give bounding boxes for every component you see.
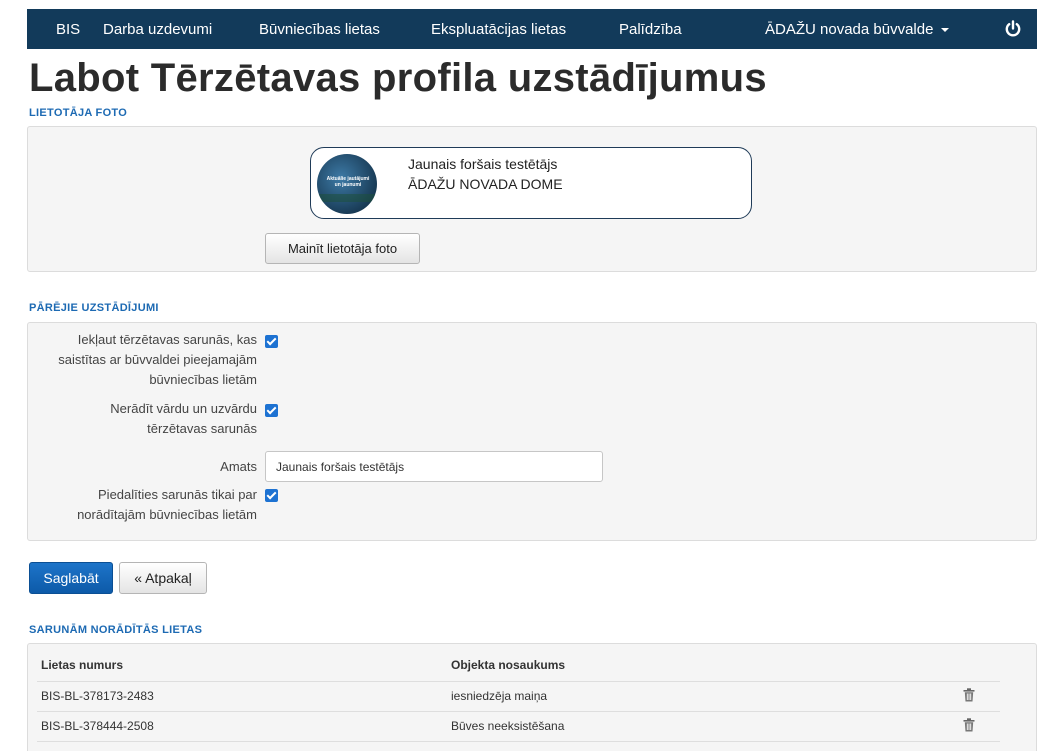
only-assigned-label-line: norādītajām būvniecības lietām — [77, 507, 257, 522]
include-chats-label: Iekļaut tērzētavas sarunās, kas saistīta… — [58, 330, 257, 390]
column-header-case-number: Lietas numurs — [41, 658, 124, 672]
cases-section-label: SARUNĀM NORĀDĪTĀS LIETAS — [29, 624, 203, 636]
include-chats-checkbox[interactable] — [265, 335, 278, 348]
include-chats-label-line: Iekļaut tērzētavas sarunās, kas — [77, 332, 257, 347]
avatar-band — [317, 194, 377, 202]
avatar: Aktuālie jautājumi un jaunumi — [317, 154, 377, 214]
hide-name-label-line: tērzētavas sarunās — [147, 421, 257, 436]
back-button[interactable]: « Atpakaļ — [119, 562, 207, 594]
nav-item-help[interactable]: Palīdzība — [619, 21, 682, 38]
only-assigned-label-line: Piedalīties sarunās tikai par — [98, 487, 257, 502]
change-photo-button[interactable]: Mainīt lietotāja foto — [265, 233, 420, 264]
profile-card: Aktuālie jautājumi un jaunumi Jaunais fo… — [310, 147, 752, 219]
profile-organization: ĀDAŽU NOVADA DOME — [408, 176, 563, 192]
include-chats-label-line: būvniecības lietām — [149, 372, 257, 387]
only-assigned-checkbox[interactable] — [265, 489, 278, 502]
position-label: Amats — [220, 459, 257, 474]
position-input[interactable] — [265, 451, 603, 482]
table-divider — [37, 711, 1000, 712]
settings-section-label: PĀRĒJIE UZSTĀDĪJUMI — [29, 302, 159, 314]
include-chats-label-line: saistītas ar būvvaldei pieejamajām — [58, 352, 257, 367]
hide-name-label: Nerādīt vārdu un uzvārdu tērzētavas saru… — [110, 399, 257, 439]
power-icon[interactable] — [1003, 19, 1023, 39]
nav-item-tasks[interactable]: Darba uzdevumi — [103, 21, 212, 38]
page-title: Labot Tērzētavas profila uzstādījumus — [29, 56, 767, 100]
only-assigned-label: Piedalīties sarunās tikai par norādītajā… — [77, 485, 257, 525]
top-navbar: BIS Darba uzdevumi Būvniecības lietas Ek… — [27, 9, 1037, 49]
photo-section-label: LIETOTĀJA FOTO — [29, 107, 128, 119]
hide-name-checkbox[interactable] — [265, 404, 278, 417]
column-header-object-name: Objekta nosaukums — [451, 658, 566, 672]
nav-item-operation-cases[interactable]: Ekspluatācijas lietas — [431, 21, 566, 38]
table-cell-case-number: BIS-BL-378444-2508 — [41, 719, 154, 733]
trash-icon[interactable] — [963, 718, 975, 732]
chevron-down-icon — [941, 28, 950, 33]
table-divider — [37, 741, 1000, 742]
hide-name-label-line: Nerādīt vārdu un uzvārdu — [110, 401, 257, 416]
table-divider — [37, 681, 1000, 682]
avatar-text: Aktuālie jautājumi un jaunumi — [326, 176, 370, 188]
trash-icon[interactable] — [963, 688, 975, 702]
table-cell-object-name: iesniedzēja maiņa — [451, 689, 548, 703]
nav-item-construction-cases[interactable]: Būvniecības lietas — [259, 21, 380, 38]
profile-name: Jaunais foršais testētājs — [408, 156, 558, 172]
table-cell-case-number: BIS-BL-378173-2483 — [41, 689, 154, 703]
save-button[interactable]: Saglabāt — [29, 562, 113, 594]
nav-item-bis[interactable]: BIS — [56, 21, 80, 38]
org-dropdown[interactable]: ĀDAŽU novada būvvalde — [765, 21, 950, 38]
table-cell-object-name: Būves neeksistēšana — [451, 719, 565, 733]
org-dropdown-label: ĀDAŽU novada būvvalde — [765, 21, 934, 38]
